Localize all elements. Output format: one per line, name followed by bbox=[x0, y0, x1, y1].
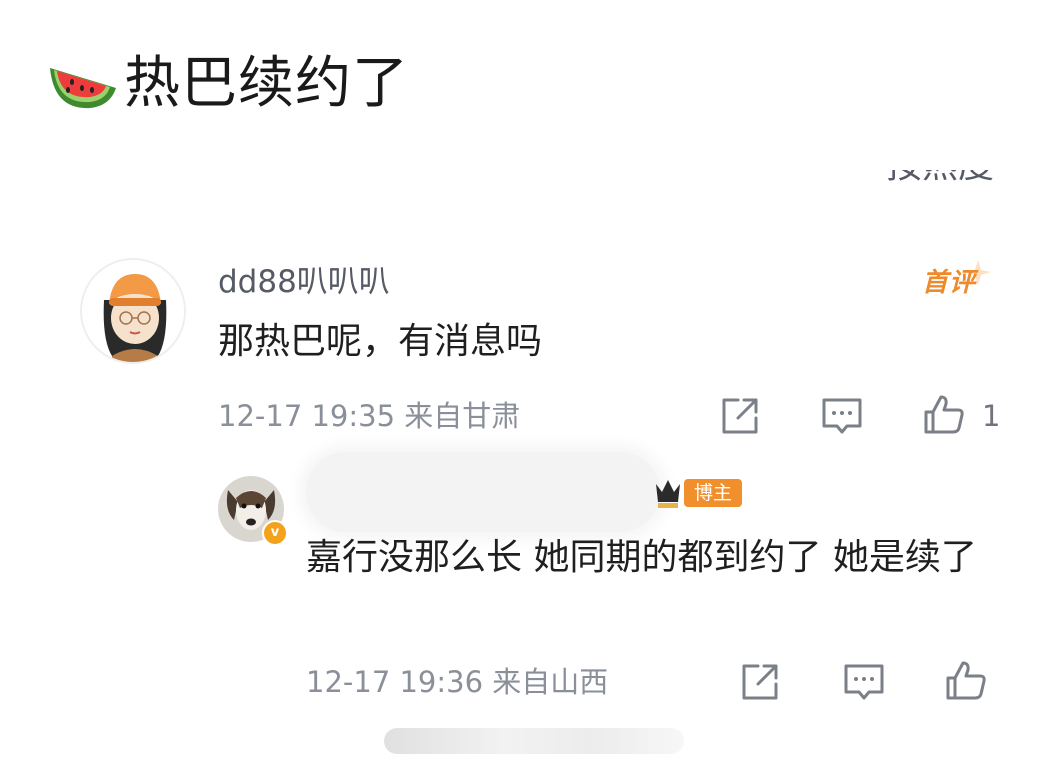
user-avatar-illustration bbox=[82, 260, 184, 362]
share-icon bbox=[742, 664, 778, 700]
reply-comment-button[interactable] bbox=[842, 660, 886, 704]
post-title: 热巴续约了 bbox=[46, 48, 409, 120]
blurred-watermark bbox=[384, 728, 684, 754]
comment-location: 来自甘肃 bbox=[404, 399, 521, 433]
reply-text: 嘉行没那么长 她同期的都到约了 她是续了 bbox=[306, 537, 977, 578]
first-comment-badge: 首评 bbox=[916, 256, 992, 304]
comment-icon bbox=[822, 398, 862, 434]
first-comment-badge-label: 首评 bbox=[922, 268, 977, 298]
redacted-username bbox=[306, 452, 660, 532]
comment-username[interactable]: dd88叭叭叭 bbox=[218, 262, 390, 302]
reply-share-button[interactable] bbox=[738, 660, 782, 704]
reply-like-button[interactable] bbox=[944, 658, 988, 702]
crown-icon bbox=[656, 480, 680, 508]
reply-timestamp: 12-17 19:36 bbox=[306, 665, 484, 699]
comment-icon bbox=[844, 664, 884, 700]
sort-label-partial[interactable]: 一 按热度 bbox=[839, 170, 994, 200]
like-count: 1 bbox=[982, 399, 1001, 433]
share-icon bbox=[722, 398, 758, 434]
share-button[interactable] bbox=[718, 394, 762, 438]
comment-text: 那热巴呢，有消息吗 bbox=[218, 321, 543, 362]
reply-meta: 12-17 19:36 来自山西 bbox=[306, 662, 608, 702]
sort-label-text: 一 按热度 bbox=[839, 170, 994, 188]
comment-button[interactable] bbox=[820, 394, 864, 438]
reply-location: 来自山西 bbox=[492, 665, 609, 699]
like-button[interactable] bbox=[922, 392, 966, 436]
post-title-text: 热巴续约了 bbox=[124, 51, 409, 116]
like-icon bbox=[946, 661, 986, 700]
blogger-badge: 博主 bbox=[654, 476, 743, 510]
comment-meta: 12-17 19:35 来自甘肃 bbox=[218, 396, 520, 436]
watermelon-icon bbox=[50, 68, 116, 109]
reply-avatar[interactable]: v bbox=[218, 476, 288, 546]
verified-icon: v bbox=[262, 520, 288, 546]
comment-timestamp: 12-17 19:35 bbox=[218, 399, 396, 433]
blogger-badge-label: 博主 bbox=[684, 479, 743, 507]
avatar[interactable] bbox=[80, 258, 186, 364]
like-icon bbox=[924, 395, 964, 434]
